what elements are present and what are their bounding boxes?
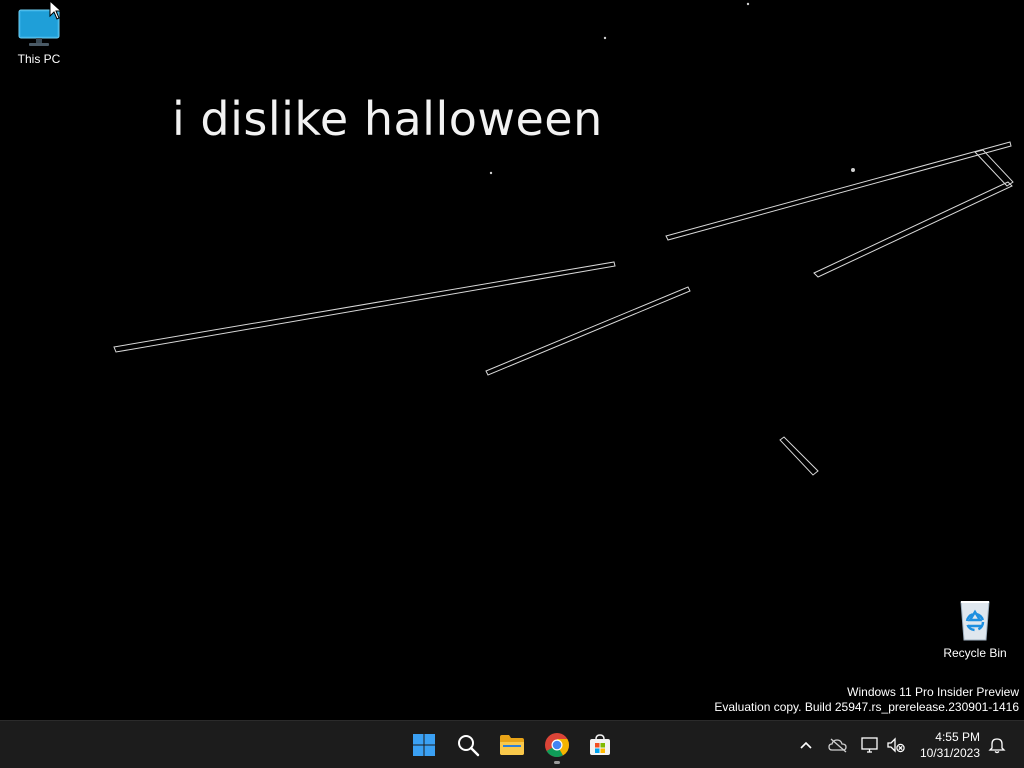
windows-watermark: Windows 11 Pro Insider Preview Evaluatio… xyxy=(714,685,1019,715)
desktop-icon-this-pc[interactable]: This PC xyxy=(0,8,78,66)
chrome-icon xyxy=(545,733,569,758)
file-explorer-button[interactable] xyxy=(492,725,532,765)
chrome-button[interactable] xyxy=(537,725,577,765)
running-indicator xyxy=(554,761,560,764)
network-icon xyxy=(861,737,878,753)
wallpaper-stroke xyxy=(113,261,616,353)
folder-icon xyxy=(500,735,524,755)
wallpaper-stroke xyxy=(665,141,1012,241)
wallpaper-stroke xyxy=(974,149,1014,187)
desktop-icon-recycle-bin[interactable]: Recycle Bin xyxy=(936,596,1014,660)
wallpaper-stroke xyxy=(813,181,1013,278)
search-icon xyxy=(458,735,480,757)
mouse-pointer-icon xyxy=(49,0,63,20)
wallpaper-stroke xyxy=(485,286,691,376)
clock-date: 10/31/2023 xyxy=(919,746,980,760)
watermark-build: Evaluation copy. Build 25947.rs_prerelea… xyxy=(714,700,1019,714)
network-tray-button[interactable] xyxy=(858,733,882,757)
start-button[interactable] xyxy=(404,725,444,765)
chevron-up-icon xyxy=(800,741,812,749)
watermark-edition: Windows 11 Pro Insider Preview xyxy=(847,685,1019,699)
recycle-bin-icon xyxy=(960,601,990,641)
onedrive-tray-button[interactable] xyxy=(826,733,850,757)
clock-time: 4:55 PM xyxy=(935,730,980,744)
search-button[interactable] xyxy=(448,725,488,765)
desktop-icon-label: Recycle Bin xyxy=(943,646,1007,660)
show-hidden-icons-button[interactable] xyxy=(794,733,818,757)
onedrive-offline-icon xyxy=(828,738,847,753)
notifications-button[interactable] xyxy=(985,733,1009,757)
wallpaper-stroke xyxy=(779,436,819,476)
wallpaper-text: i dislike halloween xyxy=(172,92,603,146)
taskbar: 4:55 PM 10/31/2023 xyxy=(0,720,1024,768)
system-clock[interactable]: 4:55 PM 10/31/2023 xyxy=(912,729,980,761)
microsoft-store-button[interactable] xyxy=(580,725,620,765)
volume-muted-icon xyxy=(887,737,905,753)
notification-bell-icon xyxy=(988,738,1006,754)
windows-start-icon xyxy=(413,734,435,756)
desktop[interactable]: i dislike halloween This PC Recycle Bin … xyxy=(0,0,1024,720)
volume-tray-button[interactable] xyxy=(884,733,908,757)
store-icon xyxy=(590,734,610,755)
desktop-icon-label: This PC xyxy=(17,52,61,66)
